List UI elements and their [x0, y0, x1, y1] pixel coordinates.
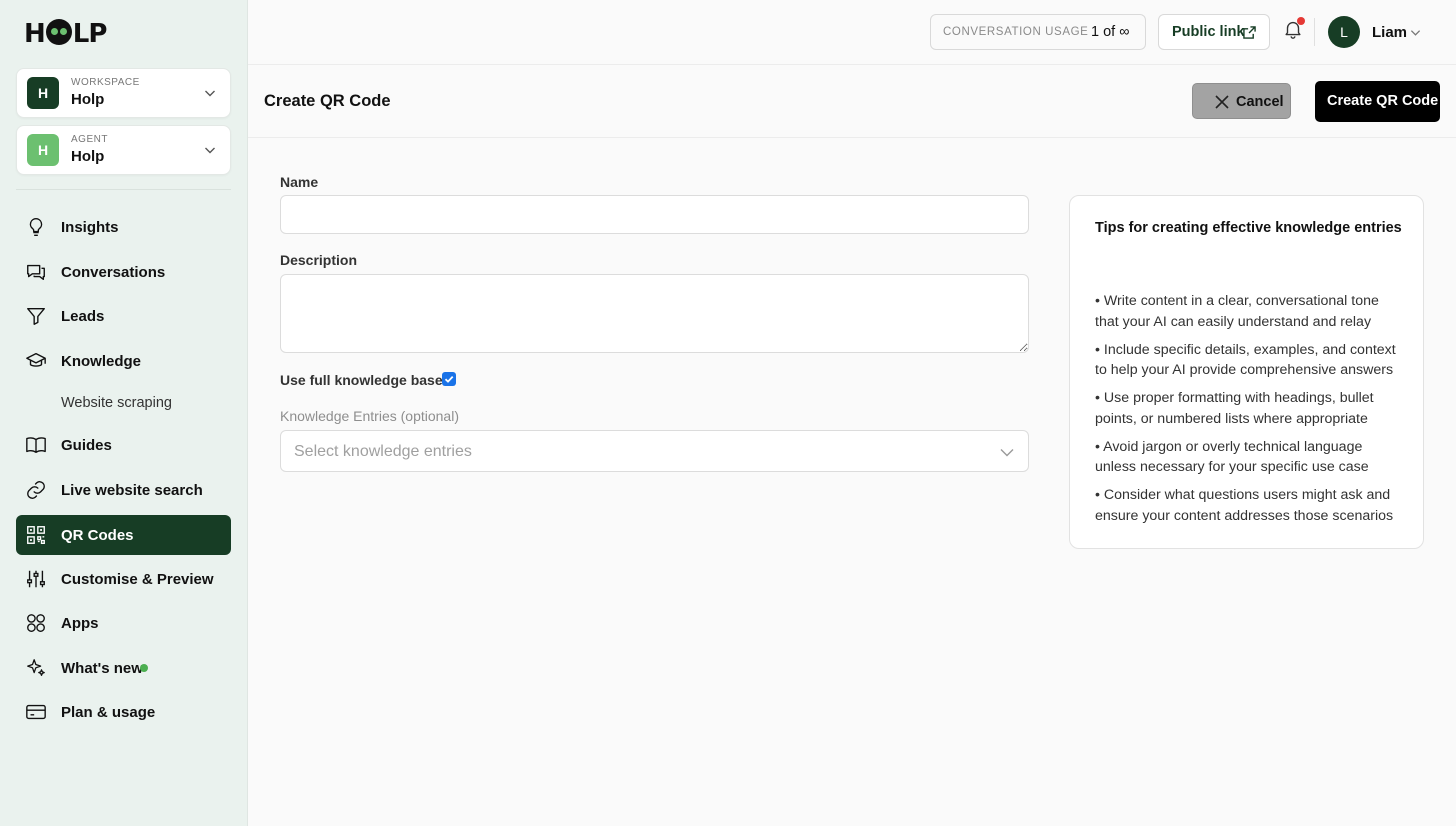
tip-item: • Write content in a clear, conversation…: [1095, 293, 1379, 330]
qr-code-icon: [27, 526, 45, 544]
usage-caption: CONVERSATION USAGE: [943, 26, 1089, 38]
sidebar-item-label: Guides: [61, 436, 112, 454]
apps-grid-icon: [27, 614, 45, 632]
description-label: Description: [280, 252, 358, 268]
page-title: Create QR Code: [264, 92, 391, 110]
sidebar-item-label: Conversations: [61, 263, 166, 281]
select-placeholder: Select knowledge entries: [294, 443, 472, 460]
tips-panel: Tips for creating effective knowledge en…: [1069, 195, 1424, 549]
notification-dot: [1297, 17, 1305, 25]
sidebar-item-label: QR Codes: [61, 526, 134, 544]
credit-card-icon: [26, 704, 46, 720]
sidebar-item-customise-preview[interactable]: Customise & Preview: [16, 559, 231, 599]
sidebar-item-website-scraping[interactable]: Website scraping: [16, 383, 231, 423]
chevron-down-icon: [205, 147, 215, 154]
external-link-icon: [1243, 26, 1256, 39]
conversation-usage: CONVERSATION USAGE 1 of ∞: [930, 14, 1146, 50]
sidebar-item-plan-usage[interactable]: Plan & usage: [16, 692, 231, 732]
sidebar-item-label: Website scraping: [61, 395, 172, 411]
sidebar-item-label: Plan & usage: [61, 703, 156, 721]
sidebar-item-label: Customise & Preview: [61, 570, 214, 588]
sidebar-item-apps[interactable]: Apps: [16, 603, 231, 643]
workspace-selector[interactable]: H WORKSPACE Holp: [16, 68, 231, 118]
sidebar-item-conversations[interactable]: Conversations: [16, 252, 231, 292]
book-icon: [26, 437, 46, 454]
tip-item: • Use proper formatting with headings, b…: [1095, 390, 1374, 427]
logo-robot-o: [45, 18, 72, 45]
knowledge-entries-label: Knowledge Entries (optional): [280, 408, 459, 424]
lightbulb-icon: [29, 218, 43, 236]
tip-item: • Include specific details, examples, an…: [1095, 341, 1396, 379]
tip-item: • Consider what questions users might as…: [1095, 487, 1394, 524]
link-icon: [27, 481, 45, 499]
sidebar: H LP H WORKSPACE Holp H AGENT Holp Insigh…: [0, 0, 248, 826]
use-full-kb-checkbox[interactable]: [442, 372, 456, 386]
sidebar-item-qr-codes[interactable]: QR Codes: [16, 515, 231, 555]
sidebar-item-insights[interactable]: Insights: [16, 207, 231, 247]
chevron-down-icon: [205, 90, 215, 97]
sidebar-item-label: Insights: [61, 218, 119, 236]
checkmark-icon: [444, 375, 454, 383]
use-full-kb-label: Use full knowledge base: [280, 372, 443, 388]
new-indicator-dot: [140, 664, 148, 672]
workspace-caption: WORKSPACE: [71, 77, 140, 88]
sidebar-item-whats-new[interactable]: What's new: [16, 648, 231, 688]
sidebar-item-label: Live website search: [61, 481, 203, 499]
create-button-label: Create QR Code: [1327, 93, 1439, 109]
public-link-button[interactable]: Public link: [1158, 14, 1270, 50]
tips-list: • Write content in a clear, conversation…: [1095, 291, 1405, 534]
sidebar-item-label: Leads: [61, 307, 105, 325]
sidebar-item-label: Apps: [61, 614, 99, 632]
public-link-label: Public link: [1172, 24, 1245, 40]
graduation-cap-icon: [26, 352, 46, 367]
sidebar-item-label: What's new: [61, 659, 143, 677]
name-input[interactable]: [280, 195, 1029, 234]
topbar-separator: [1314, 18, 1315, 46]
name-label: Name: [280, 174, 319, 190]
top-bar: CONVERSATION USAGE 1 of ∞ Public link L …: [248, 0, 1456, 65]
close-icon: [1215, 95, 1229, 109]
usage-value: 1 of ∞: [1091, 24, 1130, 40]
cancel-button-label: Cancel: [1236, 94, 1284, 110]
sparkles-icon: [27, 659, 45, 676]
workspace-badge: H: [27, 77, 59, 109]
workspace-name: Holp: [71, 91, 105, 108]
sidebar-item-knowledge[interactable]: Knowledge: [16, 341, 231, 381]
agent-badge: H: [27, 134, 59, 166]
sidebar-item-guides[interactable]: Guides: [16, 425, 231, 465]
sliders-icon: [27, 570, 45, 588]
logo-wordmark: H LP: [24, 18, 107, 49]
tips-title: Tips for creating effective knowledge en…: [1095, 220, 1402, 236]
sidebar-item-leads[interactable]: Leads: [16, 296, 231, 336]
sidebar-divider: [16, 189, 231, 190]
funnel-icon: [27, 307, 45, 325]
user-name[interactable]: Liam: [1372, 24, 1407, 41]
chat-bubbles-icon: [27, 264, 45, 281]
chevron-down-icon[interactable]: [1410, 27, 1421, 38]
holp-logo[interactable]: H LP: [24, 18, 107, 49]
cancel-button[interactable]: Cancel: [1192, 83, 1291, 119]
avatar[interactable]: L: [1328, 16, 1360, 48]
agent-selector[interactable]: H AGENT Holp: [16, 125, 231, 175]
create-qr-code-button[interactable]: Create QR Code: [1315, 81, 1440, 122]
sidebar-item-label: Knowledge: [61, 352, 142, 370]
knowledge-entries-select[interactable]: Select knowledge entries: [280, 430, 1029, 472]
description-textarea[interactable]: [280, 274, 1029, 353]
page-header: Create QR Code Cancel Create QR Code: [248, 65, 1456, 138]
tip-item: • Avoid jargon or overly technical langu…: [1095, 438, 1369, 476]
agent-name: Holp: [71, 148, 105, 165]
chevron-down-icon: [1000, 449, 1014, 457]
sidebar-item-live-website-search[interactable]: Live website search: [16, 470, 231, 510]
agent-caption: AGENT: [71, 134, 108, 145]
